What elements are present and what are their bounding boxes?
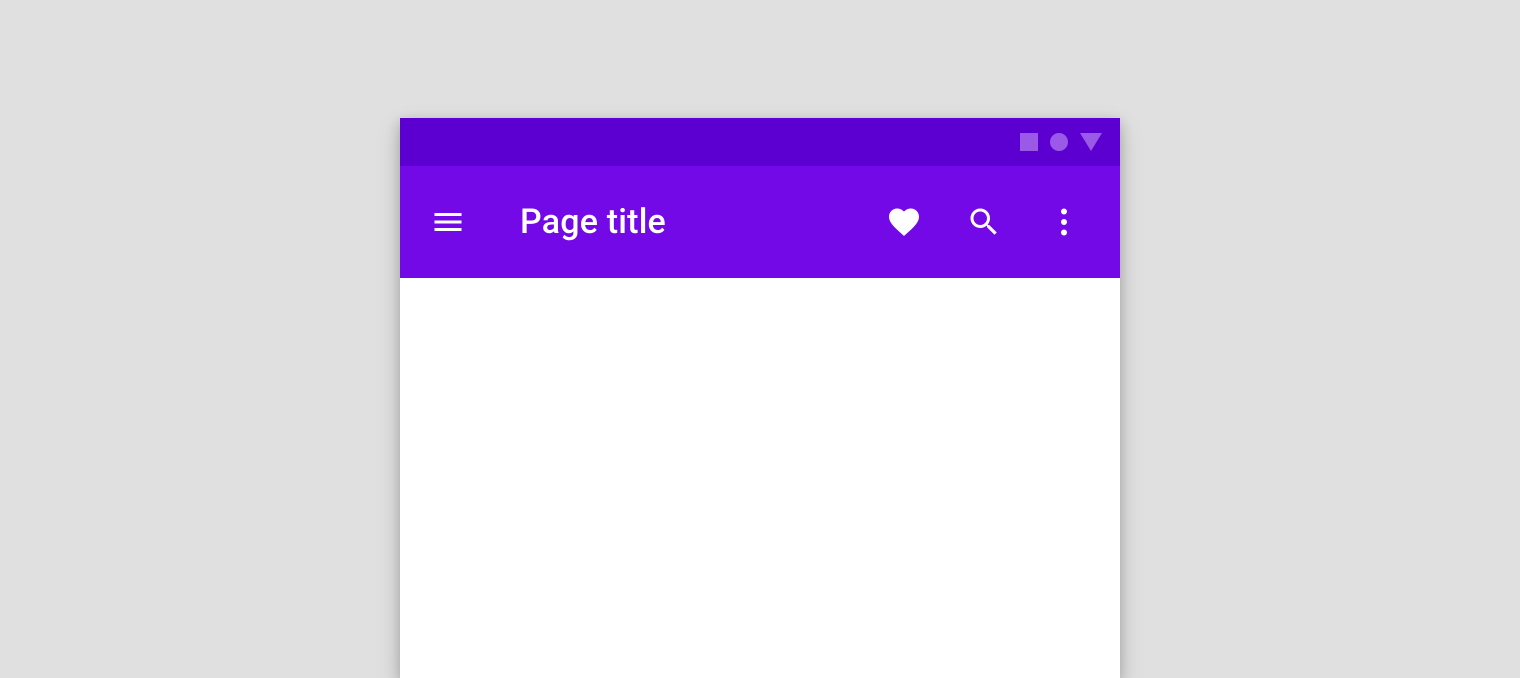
app-bar: Page title <box>400 166 1120 278</box>
status-square-icon <box>1020 133 1038 151</box>
content-area <box>400 278 1120 678</box>
more-vertical-icon <box>1046 204 1082 240</box>
search-icon <box>966 204 1002 240</box>
search-button[interactable] <box>960 198 1008 246</box>
overflow-menu-button[interactable] <box>1040 198 1088 246</box>
device-frame: Page title <box>400 118 1120 678</box>
app-bar-title: Page title <box>520 202 666 242</box>
menu-icon <box>430 204 466 240</box>
status-circle-icon <box>1050 133 1068 151</box>
nav-menu-button[interactable] <box>424 198 472 246</box>
app-bar-actions <box>880 198 1088 246</box>
heart-icon <box>886 204 922 240</box>
status-bar <box>400 118 1120 166</box>
favorite-button[interactable] <box>880 198 928 246</box>
status-triangle-icon <box>1080 133 1102 151</box>
